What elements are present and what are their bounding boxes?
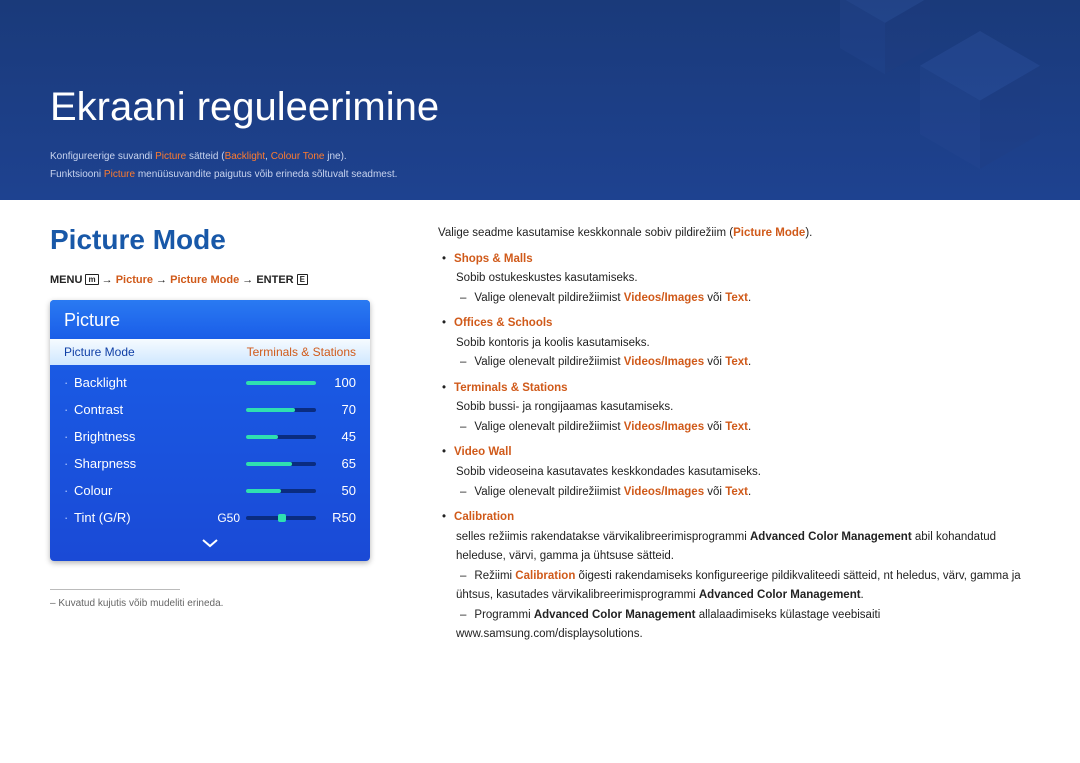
osd-picture-mode-value: Terminals & Stations [247,345,356,359]
osd-picture-mode-row[interactable]: Picture Mode Terminals & Stations [50,339,370,365]
osd-slider-row[interactable]: ·Colour50 [50,477,370,504]
osd-slider-row[interactable]: ·Backlight100 [50,369,370,396]
tint-slider[interactable] [246,516,316,520]
mode-item: Offices & SchoolsSobib kontoris ja kooli… [438,314,1030,373]
page-title: Ekraani reguleerimine [50,85,1030,130]
intro-text: Konfigureerige suvandi Picture sätteid (… [50,148,1030,184]
slider[interactable] [246,381,316,385]
menu-icon: m [85,274,98,285]
osd-tint-row[interactable]: · Tint (G/R) G50 R50 [50,504,370,531]
footnote-divider [50,589,180,590]
mode-sub-item: Valige olenevalt pildirežiimist Videos/I… [456,353,1030,373]
mode-item-calibration: Calibrationselles režiimis rakendatakse … [438,508,1030,645]
osd-picture-mode-label: Picture Mode [64,345,135,359]
slider[interactable] [246,462,316,466]
mode-sub-item: Režiimi Calibration õigesti rakendamisek… [456,567,1030,606]
footnote: – Kuvatud kujutis võib mudeliti erineda. [50,598,420,609]
mode-sub-item: Valige olenevalt pildirežiimist Videos/I… [456,418,1030,438]
menu-breadcrumb: MENU m → Picture → Picture Mode → ENTER … [50,274,420,286]
mode-item: Terminals & StationsSobib bussi- ja rong… [438,379,1030,438]
mode-sub-item: Valige olenevalt pildirežiimist Videos/I… [456,483,1030,503]
osd-slider-row[interactable]: ·Brightness45 [50,423,370,450]
slider[interactable] [246,408,316,412]
slider[interactable] [246,489,316,493]
chevron-down-icon[interactable] [50,531,370,561]
osd-slider-row[interactable]: ·Sharpness65 [50,450,370,477]
osd-panel: Picture Picture Mode Terminals & Station… [50,300,370,561]
mode-sub-item: Valige olenevalt pildirežiimist Videos/I… [456,289,1030,309]
osd-header: Picture [50,300,370,339]
osd-slider-row[interactable]: ·Contrast70 [50,396,370,423]
section-title: Picture Mode [50,224,420,256]
slider[interactable] [246,435,316,439]
mode-item: Video WallSobib videoseina kasutavates k… [438,443,1030,502]
mode-item: Shops & MallsSobib ostukeskustes kasutam… [438,250,1030,309]
description-column: Valige seadme kasutamise keskkonnale sob… [420,224,1030,651]
mode-sub-item: Programmi Advanced Color Management alla… [456,606,1030,645]
enter-icon: E [297,274,308,285]
